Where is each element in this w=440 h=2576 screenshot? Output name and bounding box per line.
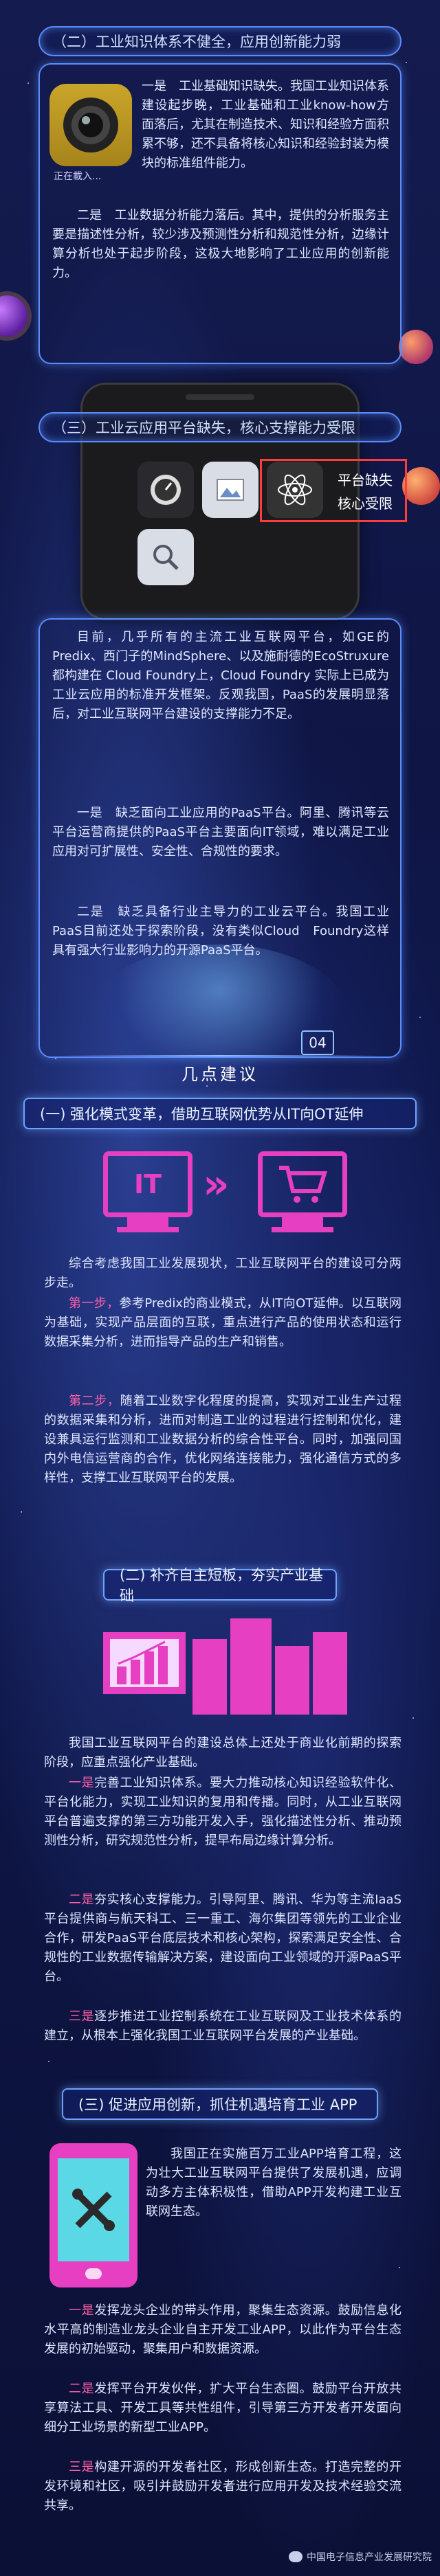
- s2-second-label: 二是: [69, 1893, 95, 1907]
- suggestion-1-paragraph-1: 综合考虑我国工业发展现状，工业互联网平台的建设可分两步走。: [44, 1256, 402, 1290]
- planet-decoration: [399, 330, 433, 364]
- badge-line-1: 平台缺失: [338, 472, 393, 488]
- suggestion-3-paragraph-2: 一是发挥龙头企业的带头作用，聚集生态资源。鼓励信息化水平高的制造业龙头企业自主开…: [44, 2301, 402, 2359]
- platform-badge: 平台缺失 核心受限: [260, 459, 407, 522]
- section-4-title: 几点建议: [182, 1065, 258, 1084]
- s3-third-label: 三是: [69, 2460, 95, 2474]
- section-3-paragraph-1: 目前，几乎所有的主流工业互联网平台，如GE的Predix、西门子的MindSph…: [52, 630, 389, 721]
- suggestion-3-paragraph-1: 我国正在实施百万工业APP培育工程，这为壮大工业互联网平台提供了发展机遇，应调动…: [146, 2147, 402, 2219]
- section-3-paragraph-3: 二是 缺乏具备行业主导力的工业云平台。我国工业PaaS目前还处于探索阶段，没有类…: [52, 905, 389, 958]
- wechat-icon: [289, 2551, 302, 2562]
- section-2-paragraph-1: 一是 工业基础知识缺失。我国工业知识体系建设起步晚，工业基础和工业know-ho…: [142, 79, 389, 170]
- camera-caption: 正在載入...: [54, 171, 102, 182]
- suggestion-2-paragraph-4: 三是逐步推进工业控制系统在工业互联网及工业技术体系的建立，从根本上强化我国工业互…: [44, 2007, 402, 2046]
- shopping-cart-icon: [279, 1166, 328, 1203]
- section-4-number: 04: [301, 1030, 334, 1055]
- s2-third-label: 三是: [69, 2009, 95, 2024]
- first-step-label: 第一步，: [69, 1296, 120, 1311]
- s2-third-text: 逐步推进工业控制系统在工业互联网及工业技术体系的建立，从根本上强化我国工业互联网…: [44, 2009, 402, 2043]
- industry-chart-illustration: [89, 1618, 351, 1721]
- it-to-ot-illustration: IT »: [103, 1144, 351, 1241]
- s2-first-text: 完善工业知识体系。要大力推动核心知识经验软件化、平台化能力，实现工业知识的复用和…: [44, 1776, 402, 1848]
- s3-first-label: 一是: [69, 2303, 95, 2318]
- second-step-label: 第二步，: [69, 1394, 120, 1408]
- section-3-paragraph-2: 一是 缺乏面向工业应用的PaaS平台。阿里、腾讯等云平台运营商提供的PaaS平台…: [52, 806, 389, 859]
- suggestion-3-title: (三) 促进应用创新，抓住机遇培育工业 APP: [62, 2088, 378, 2120]
- double-chevron-right-icon: »: [203, 1160, 230, 1208]
- watermark-text: 中国电子信息产业发展研究院: [307, 2552, 432, 2563]
- section-4-header: 04 几点建议: [62, 1028, 378, 1084]
- suggestion-2-paragraph-2: 一是完善工业知识体系。要大力推动核心知识经验软件化、平台化能力，实现工业知识的复…: [44, 1774, 402, 1851]
- section-2-paragraph-2: 二是 工业数据分析能力落后。其中，提供的分析服务主要是描述性分析，较少涉及预测性…: [52, 208, 389, 280]
- it-label: IT: [133, 1169, 162, 1199]
- section-3-title: （三）工业云应用平台缺失，核心支撑能力受限: [38, 412, 402, 442]
- photos-app-icon: [202, 462, 258, 518]
- search-app-icon: [138, 529, 194, 585]
- suggestion-3-paragraph-4: 三是构建开源的开发者社区，形成创新生态。打造完整的开发环境和社区，吸引并鼓励开发…: [44, 2458, 402, 2516]
- suggestion-3-paragraph-3: 二是发挥平台开发伙伴，扩大平台生态圈。鼓励平台开放共享算法工具、开发工具等共性组…: [44, 2380, 402, 2437]
- suggestion-2-title: (二) 补齐自主短板，夯实产业基础: [103, 1567, 337, 1604]
- camera-app-icon: [50, 84, 132, 166]
- s2-second-text: 夯实核心支撑能力。引导阿里、腾讯、华为等主流IaaS平台提供商与航天科工、三一重…: [44, 1893, 402, 1984]
- s3-second-label: 二是: [69, 2382, 95, 2396]
- gauge-app-icon: [138, 462, 194, 518]
- footer-watermark: 中国电子信息产业发展研究院: [289, 2550, 432, 2564]
- section-2-title: （二）工业知识体系不健全，应用创新能力弱: [38, 26, 402, 56]
- s3-first-text: 发挥龙头企业的带头作用，聚集生态资源。鼓励信息化水平高的制造业龙头企业自主开发工…: [44, 2303, 402, 2356]
- suggestion-1-title: (一) 强化模式变革，借助互联网优势从IT向OT延伸: [23, 1098, 417, 1129]
- s3-second-text: 发挥平台开发伙伴，扩大平台生态圈。鼓励平台开放共享算法工具、开发工具等共性组件，…: [44, 2382, 402, 2434]
- suggestion-2-paragraph-1: 我国工业互联网平台的建设总体上还处于商业化前期的探索阶段，应重点强化产业基础。: [44, 1736, 402, 1770]
- suggestion-1-paragraph-2: 第一步，参考Predix的商业模式，从IT向OT延伸。以互联网为基础，实现产品层…: [44, 1294, 402, 1352]
- suggestion-2-paragraph-3: 二是夯实核心支撑能力。引导阿里、腾讯、华为等主流IaaS平台提供商与航天科工、三…: [44, 1890, 402, 1987]
- app-phone-illustration: [50, 2143, 138, 2287]
- badge-line-2: 核心受限: [338, 495, 393, 512]
- s2-first-label: 一是: [69, 1776, 95, 1790]
- tools-icon: [72, 2189, 115, 2231]
- planet-decoration: [402, 467, 440, 505]
- s3-third-text: 构建开源的开发者社区，形成创新生态。打造完整的开发环境和社区，吸引并鼓励开发者进…: [44, 2460, 402, 2513]
- suggestion-1-paragraph-3: 第二步，随着工业数字化程度的提高，实现对工业生产过程的数据采集和分析，进而对制造…: [44, 1392, 402, 1488]
